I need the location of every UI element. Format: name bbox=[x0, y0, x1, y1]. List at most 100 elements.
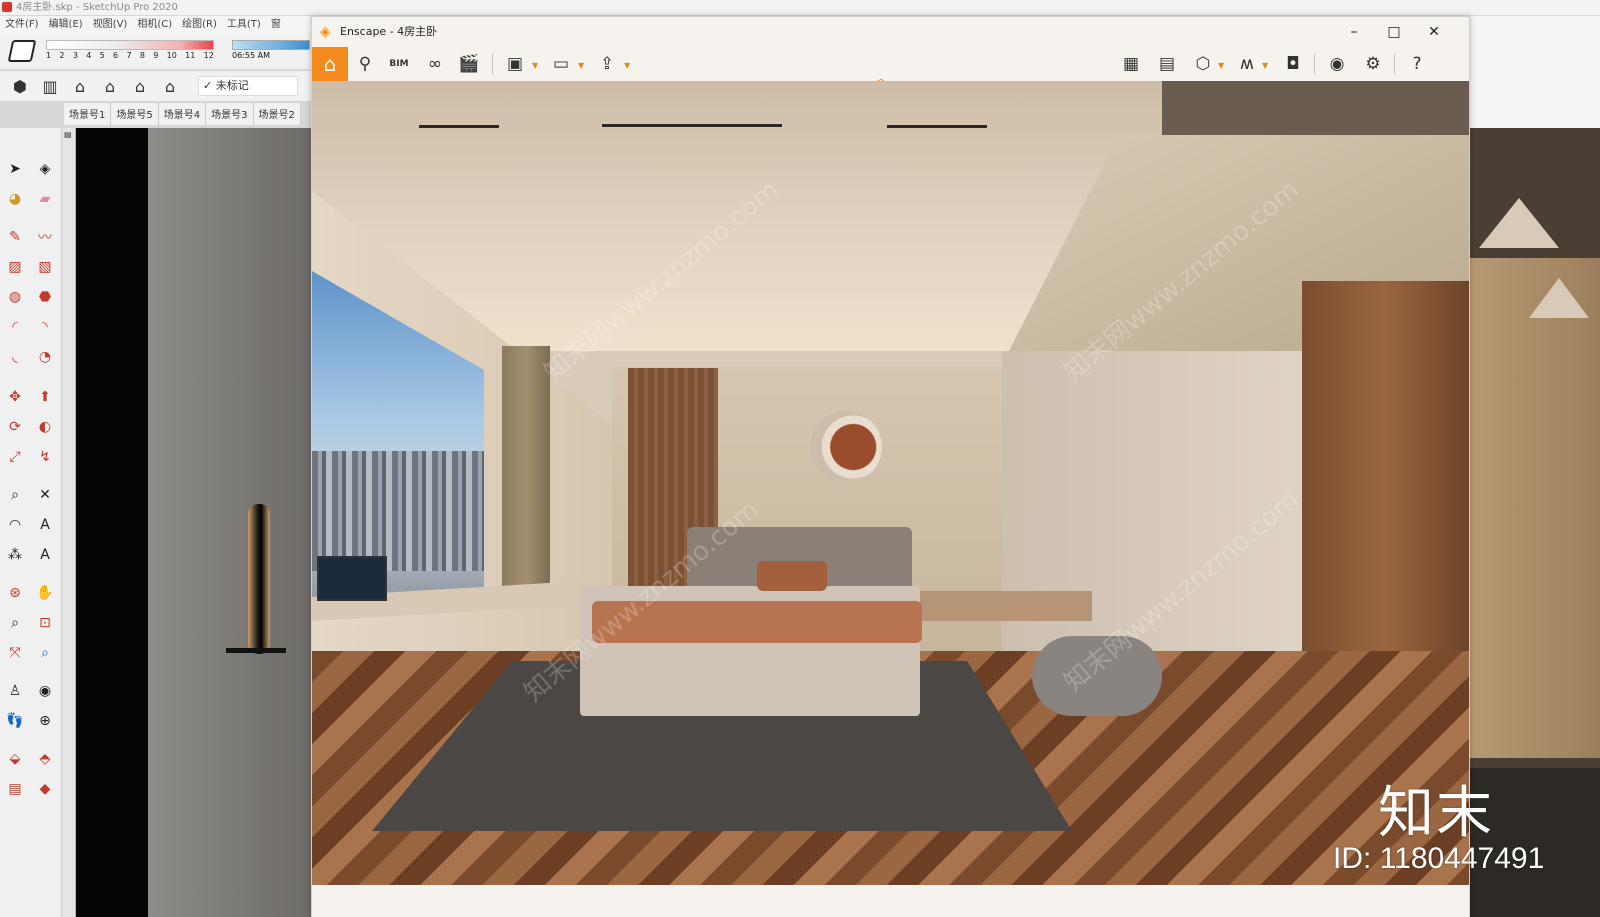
close-button[interactable]: ✕ bbox=[1414, 17, 1454, 47]
look-around-icon[interactable]: ◉ bbox=[34, 680, 56, 702]
two-point-arc-icon[interactable]: ◝ bbox=[34, 316, 56, 338]
tray-icon[interactable]: ▤ bbox=[64, 130, 72, 139]
line-icon[interactable]: ✎ bbox=[4, 226, 26, 248]
enscape-title-bar[interactable]: ◈ Enscape - 4房主卧 bbox=[312, 17, 1469, 47]
scene-tab[interactable]: 场景号3 bbox=[206, 103, 254, 125]
extension-warehouse-icon[interactable]: ⬘ bbox=[34, 748, 56, 770]
model-floor-lamp bbox=[248, 504, 270, 654]
menu-edit[interactable]: 编辑(E) bbox=[44, 16, 88, 34]
iso-view-icon[interactable]: ⬢ bbox=[8, 75, 32, 97]
help-icon[interactable]: ? bbox=[1402, 51, 1432, 77]
walk-icon[interactable]: 👣 bbox=[4, 710, 26, 732]
menu-tools[interactable]: 工具(T) bbox=[222, 16, 266, 34]
minimize-button[interactable]: – bbox=[1334, 17, 1374, 47]
render-curtain bbox=[502, 346, 550, 606]
zoom-icon[interactable]: ⌕ bbox=[4, 612, 26, 634]
eraser-tool-icon[interactable]: ▰ bbox=[34, 188, 56, 210]
3d-text-icon[interactable]: A bbox=[34, 544, 56, 566]
scene-tab[interactable]: 场景号4 bbox=[158, 103, 207, 125]
panorama-icon[interactable]: ▭ bbox=[546, 51, 576, 77]
gear-icon[interactable]: ⚙ bbox=[1358, 51, 1388, 77]
rectangle-icon[interactable]: ▨ bbox=[4, 256, 26, 278]
layout-icon[interactable]: ▤ bbox=[4, 778, 26, 800]
chevron-down-icon[interactable]: ▼ bbox=[1262, 61, 1268, 70]
make-component-icon[interactable]: ◈ bbox=[34, 158, 56, 180]
chevron-down-icon[interactable]: ▼ bbox=[1218, 61, 1224, 70]
video-editor-icon[interactable]: 🎬 bbox=[454, 51, 484, 77]
tick-label: 4 bbox=[86, 51, 92, 60]
sketchup-viewport[interactable] bbox=[76, 128, 312, 917]
shadow-time-slider[interactable] bbox=[232, 40, 310, 50]
menu-window[interactable]: 窗 bbox=[266, 16, 286, 34]
scene-tab[interactable]: 场景号1 bbox=[64, 103, 112, 125]
offset-icon[interactable]: ↯ bbox=[34, 446, 56, 468]
export-icon[interactable]: ⇪ bbox=[592, 51, 622, 77]
sync-view-icon[interactable]: ▤ bbox=[1152, 51, 1182, 77]
scene-tabs: 场景号1 场景号5 场景号4 场景号3 场景号2 bbox=[64, 103, 314, 125]
left-view-icon[interactable]: ⌂ bbox=[158, 75, 182, 97]
tick-label: 8 bbox=[139, 51, 145, 60]
chevron-down-icon[interactable]: ▼ bbox=[624, 61, 630, 70]
axes-icon[interactable]: ⁂ bbox=[4, 544, 26, 566]
scale-icon[interactable]: ⤢ bbox=[4, 446, 26, 468]
asset-library-icon[interactable]: ⬡ bbox=[1188, 51, 1218, 77]
select-icon[interactable]: ➤ bbox=[4, 158, 26, 180]
enscape-logo-icon: ◈ bbox=[320, 24, 331, 40]
maximize-button[interactable]: □ bbox=[1374, 17, 1414, 47]
top-view-icon[interactable]: ▥ bbox=[38, 75, 62, 97]
back-view-icon[interactable]: ⌂ bbox=[128, 75, 152, 97]
text-icon[interactable]: A bbox=[34, 514, 56, 536]
shadow-date-slider[interactable] bbox=[46, 40, 214, 50]
screenshot-icon[interactable]: ▣ bbox=[500, 51, 530, 77]
ruby-icon[interactable]: ◆ bbox=[34, 778, 56, 800]
warehouse-icon[interactable]: ⬙ bbox=[4, 748, 26, 770]
material-editor-icon[interactable]: ʍ bbox=[1232, 51, 1262, 77]
chevron-down-icon[interactable]: ▼ bbox=[532, 61, 538, 70]
move-icon[interactable]: ✥ bbox=[4, 386, 26, 408]
zoom-extents-icon[interactable]: ⤧ bbox=[4, 642, 26, 664]
menu-view[interactable]: 视图(V) bbox=[88, 16, 133, 34]
right-view-icon[interactable]: ⌂ bbox=[98, 75, 122, 97]
bim-button[interactable]: BIM bbox=[384, 51, 414, 77]
render-viewport[interactable]: 知末网www.znzmo.com 知末网www.znzmo.com 知末网www… bbox=[312, 81, 1469, 885]
dimension-icon[interactable]: ✕ bbox=[34, 484, 56, 506]
tape-measure-icon[interactable]: ⌕ bbox=[4, 484, 26, 506]
render-city-view bbox=[312, 451, 484, 571]
tag-select[interactable]: ✓ 未标记 bbox=[198, 76, 298, 96]
rotated-rectangle-icon[interactable]: ▧ bbox=[34, 256, 56, 278]
previous-view-icon[interactable]: ⌕ bbox=[34, 642, 56, 664]
menu-draw[interactable]: 绘图(R) bbox=[177, 16, 222, 34]
menu-camera[interactable]: 相机(C) bbox=[132, 16, 177, 34]
three-point-arc-icon[interactable]: ◟ bbox=[4, 346, 26, 368]
scene-tab[interactable]: 场景号2 bbox=[253, 103, 301, 125]
follow-me-icon[interactable]: ◐ bbox=[34, 416, 56, 438]
chevron-down-icon[interactable]: ▼ bbox=[578, 61, 584, 70]
rotate-icon[interactable]: ⟳ bbox=[4, 416, 26, 438]
protractor-icon[interactable]: ◠ bbox=[4, 514, 26, 536]
circle-icon[interactable]: ◍ bbox=[4, 286, 26, 308]
map-icon[interactable]: ▦ bbox=[1116, 51, 1146, 77]
vr-headset-icon[interactable]: ◘ bbox=[1278, 51, 1308, 77]
polygon-icon[interactable]: ⬣ bbox=[34, 286, 56, 308]
menu-file[interactable]: 文件(F) bbox=[0, 16, 44, 34]
znzmo-logo: 知末 bbox=[1378, 781, 1494, 846]
section-plane-icon[interactable]: ⊕ bbox=[34, 710, 56, 732]
eraser-icon[interactable] bbox=[7, 40, 37, 62]
arc-icon[interactable]: ◜ bbox=[4, 316, 26, 338]
position-camera-icon[interactable]: ♙ bbox=[4, 680, 26, 702]
front-view-icon[interactable]: ⌂ bbox=[68, 75, 92, 97]
paint-bucket-icon[interactable]: ◕ bbox=[4, 188, 26, 210]
freehand-icon[interactable]: 〰 bbox=[34, 226, 56, 248]
pie-icon[interactable]: ◔ bbox=[34, 346, 56, 368]
pan-icon[interactable]: ✋ bbox=[34, 582, 56, 604]
visual-settings-icon[interactable]: ◉ bbox=[1322, 51, 1352, 77]
linear-light bbox=[419, 125, 499, 128]
binoculars-icon[interactable]: ∞ bbox=[420, 51, 450, 77]
model-roof-shape bbox=[1529, 278, 1589, 318]
zoom-window-icon[interactable]: ⊡ bbox=[34, 612, 56, 634]
navigation-icon[interactable]: ⚲ bbox=[350, 51, 380, 77]
orbit-icon[interactable]: ⊛ bbox=[4, 582, 26, 604]
home-icon[interactable]: ⌂ bbox=[312, 47, 348, 81]
scene-tab[interactable]: 场景号5 bbox=[111, 103, 159, 125]
push-pull-icon[interactable]: ⬆ bbox=[34, 386, 56, 408]
